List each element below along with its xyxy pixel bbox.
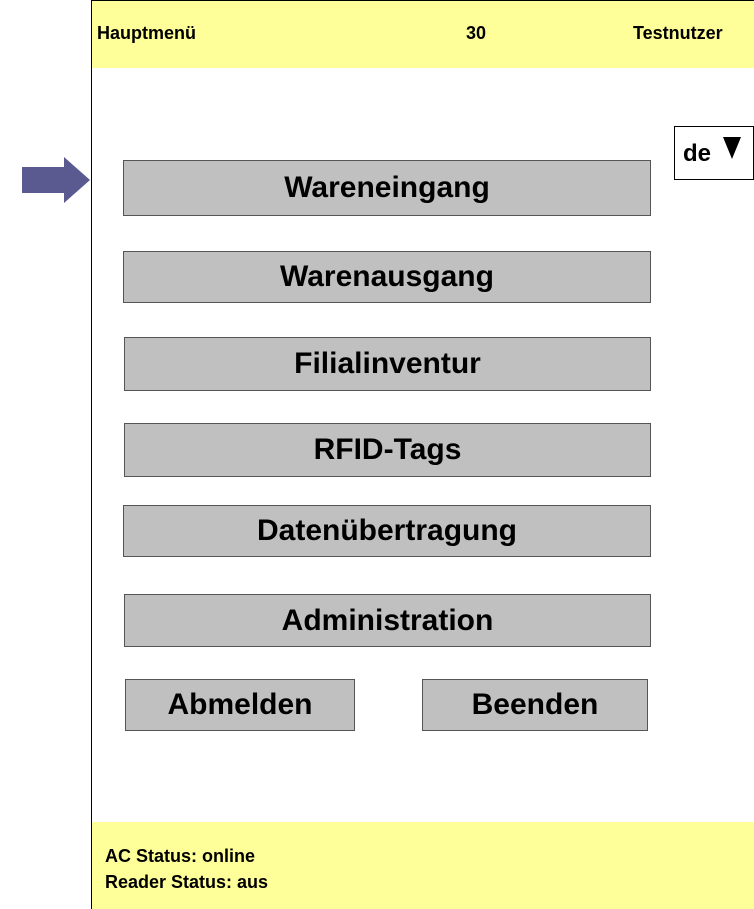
filialinventur-button[interactable]: Filialinventur (124, 337, 651, 391)
administration-button[interactable]: Administration (124, 594, 651, 647)
page-title: Hauptmenü (97, 23, 196, 43)
status-bar: AC Status: online Reader Status: aus (92, 822, 754, 909)
reader-status: Reader Status: aus (105, 872, 269, 892)
triangle-down-icon (723, 137, 741, 159)
warenausgang-button[interactable]: Warenausgang (123, 251, 651, 303)
logout-button[interactable]: Abmelden (125, 679, 355, 731)
language-code: de (683, 140, 712, 167)
header-bar: Hauptmenü 30 Testnutzer (92, 0, 754, 68)
datenuebertragung-button[interactable]: Datenübertragung (123, 505, 651, 557)
user-name: Testnutzer (633, 23, 723, 43)
wareneingang-button[interactable]: Wareneingang (123, 160, 651, 216)
item-count: 30 (466, 23, 487, 43)
language-select[interactable]: de (674, 126, 754, 180)
exit-button[interactable]: Beenden (422, 679, 648, 731)
main-window: Hauptmenü 30 Testnutzer de Wareneingang … (91, 0, 754, 909)
right-arrow-icon (22, 157, 90, 203)
ac-status: AC Status: online (105, 846, 256, 866)
rfid-tags-button[interactable]: RFID-Tags (124, 423, 651, 477)
